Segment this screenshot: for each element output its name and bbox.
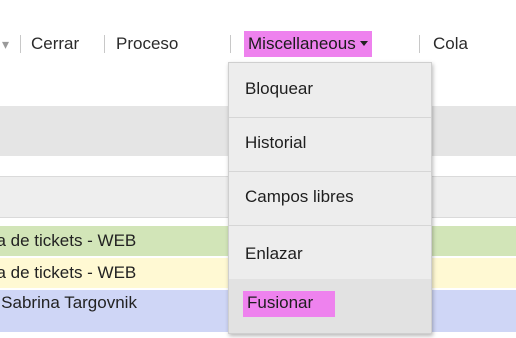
- row-text: na de tickets - WEB: [0, 231, 137, 250]
- menu-separator: [419, 35, 420, 53]
- chevron-down-icon[interactable]: ▾: [2, 36, 10, 52]
- menu-item-label: Bloquear: [245, 79, 314, 98]
- row-text: na de tickets - WEB: [0, 263, 137, 282]
- menu-cola[interactable]: Cola: [433, 31, 468, 57]
- menu-separator: [230, 35, 231, 53]
- menu-item-label: Campos libres: [245, 187, 354, 206]
- menu-item-label: Historial: [245, 133, 307, 152]
- menu-item-campos-libres[interactable]: Campos libres: [229, 171, 431, 226]
- menu-item-enlazar[interactable]: Enlazar: [229, 225, 431, 280]
- menu-item-bloquear[interactable]: Bloquear: [229, 63, 431, 118]
- menu-miscellaneous[interactable]: Miscellaneous: [244, 31, 372, 57]
- menu-miscellaneous-label: Miscellaneous: [248, 34, 356, 53]
- menu-proceso[interactable]: Proceso: [116, 31, 178, 57]
- menu-item-historial[interactable]: Historial: [229, 117, 431, 172]
- menu-item-fusionar[interactable]: Fusionar: [229, 279, 431, 333]
- menu-separator: [104, 35, 105, 53]
- menu-item-label: Enlazar: [245, 244, 303, 263]
- caret-down-icon: [359, 41, 368, 47]
- menu-item-label: Fusionar: [243, 291, 336, 317]
- miscellaneous-dropdown: Bloquear Historial Campos libres Enlazar…: [228, 62, 432, 334]
- menu-separator: [20, 35, 21, 53]
- row-text: e Sabrina Targovnik: [0, 293, 137, 312]
- menu-cerrar[interactable]: Cerrar: [31, 31, 79, 57]
